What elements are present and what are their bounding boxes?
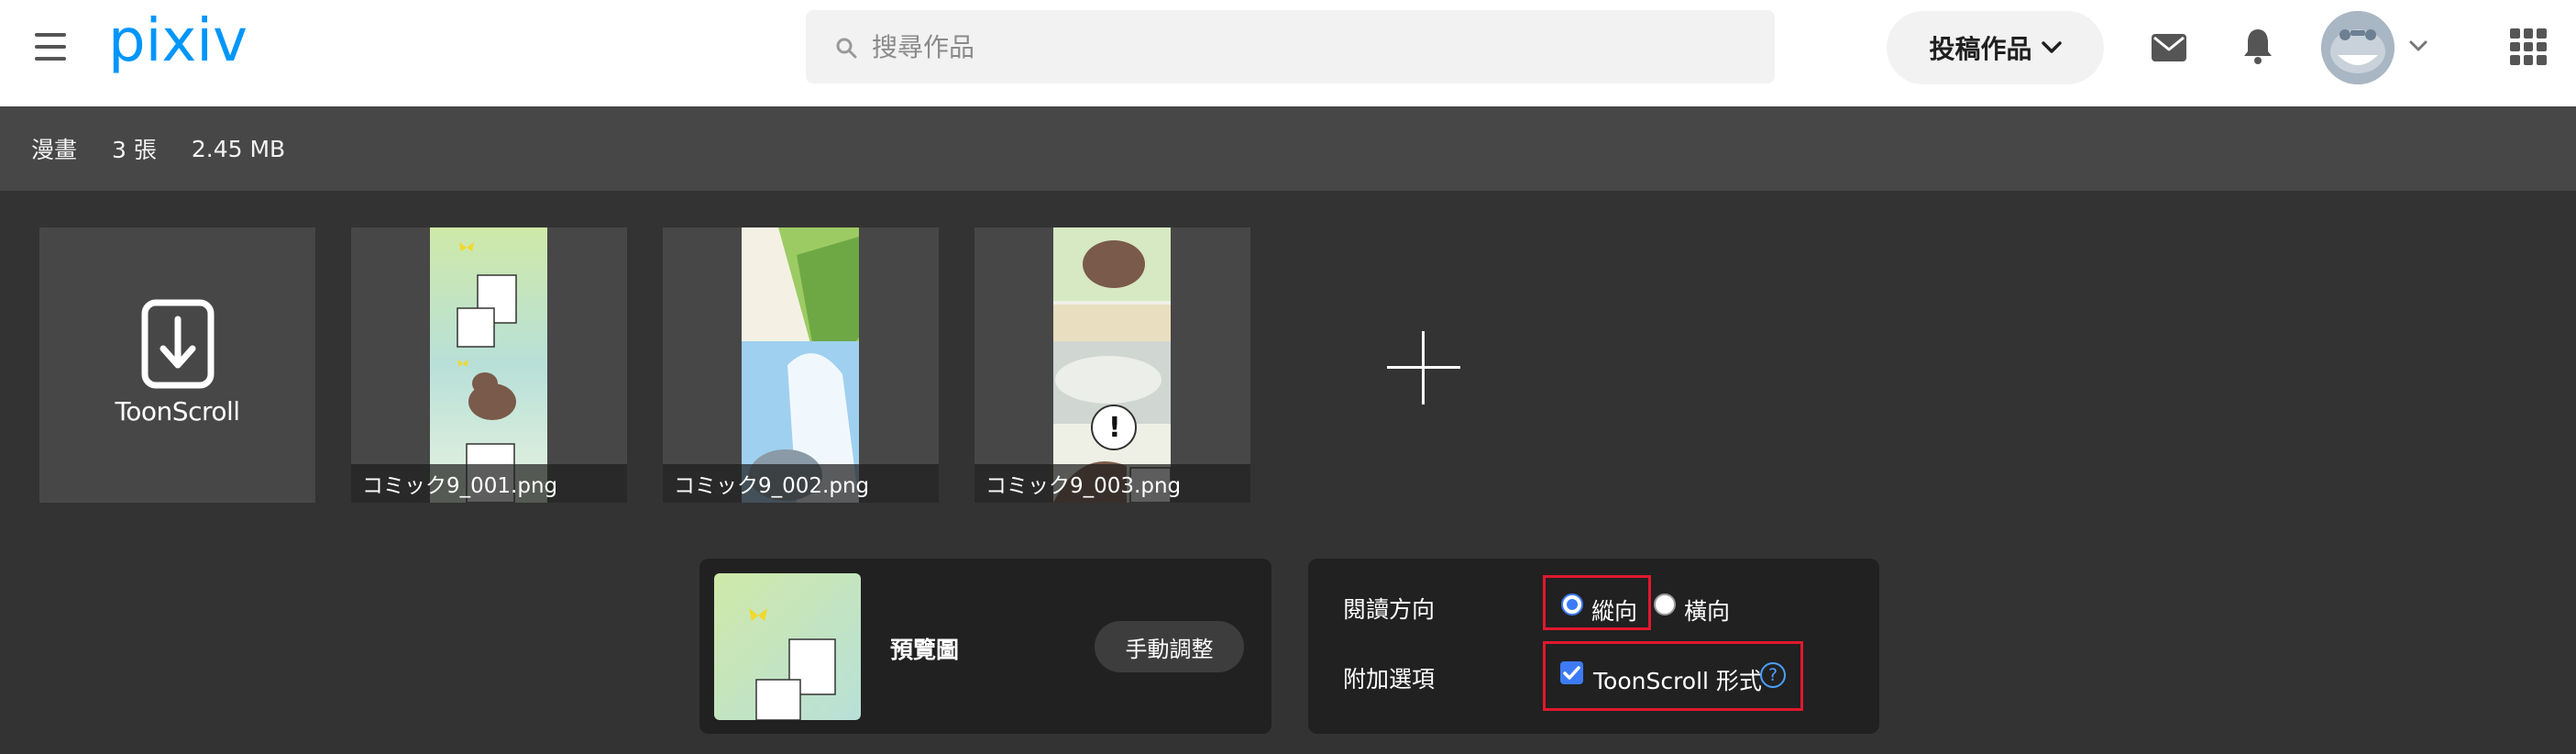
comic-page-thumbnail bbox=[430, 227, 547, 503]
top-header: pixiv 投稿作品 bbox=[0, 0, 2576, 106]
manual-adjust-button[interactable]: 手動調整 bbox=[1095, 621, 1244, 672]
extra-options-label: 附加選項 bbox=[1343, 666, 1436, 693]
search-bar[interactable] bbox=[806, 10, 1775, 83]
file-name: コミック9_003.png bbox=[974, 464, 1250, 503]
toonscroll-checkbox[interactable] bbox=[1560, 661, 1583, 684]
comic-page-thumbnail: ! bbox=[1053, 227, 1171, 503]
pixiv-logo[interactable]: pixiv bbox=[108, 13, 264, 83]
toonscroll-option-label[interactable]: ToonScroll 形式 bbox=[1593, 663, 1762, 696]
avatar-image-icon bbox=[2321, 11, 2394, 84]
logo-text: pixiv bbox=[108, 13, 248, 75]
avatar[interactable] bbox=[2321, 11, 2394, 84]
uploaded-file-tile[interactable]: コミック9_002.png bbox=[663, 227, 939, 503]
post-work-label: 投稿作品 bbox=[1929, 34, 2032, 64]
chevron-down-icon bbox=[2041, 41, 2062, 53]
svg-text:!: ! bbox=[1108, 412, 1121, 444]
work-info-bar: 漫畫 3 張 2.45 MB bbox=[0, 106, 2576, 191]
preview-label: 預覽圖 bbox=[890, 637, 960, 663]
horizontal-option-label[interactable]: 橫向 bbox=[1684, 593, 1730, 626]
mail-icon[interactable] bbox=[2152, 34, 2186, 61]
vertical-radio[interactable] bbox=[1561, 593, 1583, 615]
preview-thumbnail[interactable] bbox=[714, 573, 861, 720]
uploaded-file-tile[interactable]: ! コミック9_003.png bbox=[974, 227, 1250, 503]
file-name: コミック9_001.png bbox=[351, 464, 627, 503]
reading-direction-label: 閱讀方向 bbox=[1343, 596, 1436, 623]
add-page-plus-icon[interactable] bbox=[1387, 331, 1460, 405]
post-work-button[interactable]: 投稿作品 bbox=[1887, 11, 2104, 84]
file-size: 2.45 MB bbox=[191, 135, 286, 162]
comic-page-thumbnail bbox=[742, 227, 859, 503]
search-input[interactable] bbox=[872, 10, 1752, 83]
uploaded-file-tile[interactable]: コミック9_001.png bbox=[351, 227, 627, 503]
chevron-down-icon[interactable] bbox=[2408, 39, 2428, 52]
toonscroll-label: ToonScroll bbox=[115, 396, 240, 427]
search-icon bbox=[836, 38, 857, 59]
horizontal-radio[interactable] bbox=[1654, 593, 1676, 615]
vertical-option-label[interactable]: 縱向 bbox=[1591, 593, 1637, 626]
apps-grid-icon[interactable] bbox=[2510, 28, 2547, 65]
work-type: 漫畫 bbox=[31, 137, 78, 163]
file-name: コミック9_002.png bbox=[663, 464, 939, 503]
download-arrow-icon bbox=[141, 299, 214, 389]
checkmark-icon bbox=[1563, 666, 1580, 680]
hamburger-menu-icon[interactable] bbox=[35, 33, 66, 61]
settings-panel: 閱讀方向 縱向 橫向 附加選項 ToonScroll 形式 ? bbox=[1308, 559, 1879, 734]
toonscroll-import-tile[interactable]: ToonScroll bbox=[39, 227, 315, 503]
help-question-icon[interactable]: ? bbox=[1760, 662, 1786, 688]
page-count: 3 張 bbox=[112, 137, 157, 163]
preview-panel: 預覽圖 手動調整 bbox=[699, 559, 1271, 734]
bell-icon[interactable] bbox=[2242, 28, 2273, 64]
